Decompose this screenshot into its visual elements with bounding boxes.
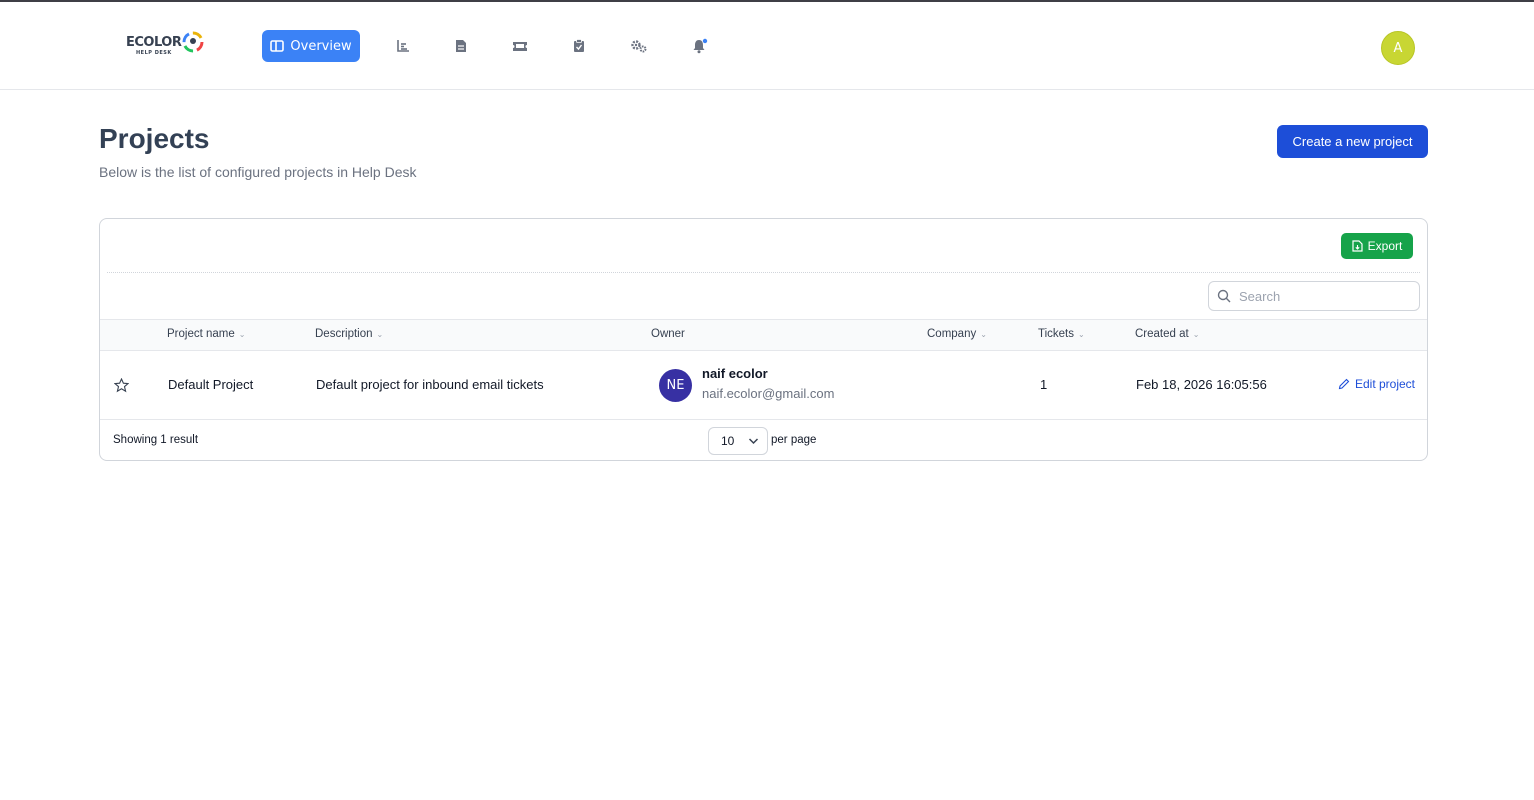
- column-header-created-at[interactable]: Created at ⌄: [1135, 328, 1199, 340]
- column-header-project-name[interactable]: Project name ⌄: [167, 328, 245, 340]
- logo-ring-icon: [182, 31, 204, 53]
- edit-project-link[interactable]: Edit project: [1338, 377, 1415, 391]
- file-export-icon: [1352, 240, 1363, 252]
- column-label: Project name: [167, 328, 235, 340]
- logo-sub-text: HELP DESK: [136, 50, 172, 56]
- projects-table-card: Export Project name⌄ Description⌄ Owner …: [99, 218, 1428, 461]
- page-title: Projects: [99, 123, 210, 154]
- user-avatar[interactable]: A: [1381, 31, 1415, 65]
- toolbar-divider: [107, 272, 1420, 273]
- pencil-icon: [1338, 378, 1350, 390]
- tickets-cell: 1: [1040, 377, 1048, 392]
- column-header-company[interactable]: Company ⌄: [927, 328, 987, 340]
- create-project-button[interactable]: Create a new project: [1277, 125, 1428, 158]
- nav-tasks-tab[interactable]: [567, 30, 591, 62]
- sort-caret-icon: ⌄: [376, 329, 384, 339]
- star-favorite-icon[interactable]: [114, 378, 129, 393]
- nav-documents-tab[interactable]: [449, 30, 473, 62]
- per-page-value: 10: [721, 434, 735, 448]
- description-cell: Default project for inbound email ticket…: [316, 377, 544, 392]
- export-label: Export: [1367, 239, 1403, 253]
- column-label: Company: [927, 328, 977, 340]
- document-icon: [456, 40, 466, 52]
- owner-name: naif ecolor: [702, 366, 768, 381]
- table-header: Project name ⌄ Description ⌄ Owner Company…: [100, 319, 1427, 351]
- sort-caret-icon: ⌄: [1078, 329, 1085, 339]
- cogs-icon: [631, 40, 647, 53]
- page-subtitle: Below is the list of configured projects…: [99, 164, 417, 180]
- layout-icon: [270, 40, 285, 52]
- chart-bar-icon: [397, 40, 409, 52]
- search-box[interactable]: [1208, 281, 1420, 311]
- ecolor-logo[interactable]: ECOLOR HELP DESK: [126, 30, 208, 60]
- nav-tickets-tab[interactable]: [508, 30, 532, 62]
- nav-overview-tab[interactable]: Overview: [262, 30, 360, 62]
- column-label: Tickets: [1038, 328, 1074, 340]
- column-header-tickets[interactable]: Tickets ⌄: [1038, 328, 1085, 340]
- logo-brand-text: ECOLOR: [126, 35, 182, 50]
- column-label: Owner: [651, 328, 685, 340]
- column-label: Description: [315, 328, 373, 340]
- nav-notifications-tab[interactable]: [688, 30, 712, 62]
- clipboard-check-icon: [574, 39, 584, 52]
- ticket-icon: [513, 42, 527, 51]
- nav-settings-tab[interactable]: [627, 30, 651, 62]
- per-page-select[interactable]: 10: [708, 427, 768, 455]
- column-header-owner: Owner: [651, 328, 685, 340]
- sort-caret-icon: ⌄: [238, 329, 246, 339]
- sort-caret-icon: ⌄: [980, 329, 987, 339]
- nav-reports-tab[interactable]: [391, 30, 415, 62]
- bell-icon: [693, 38, 708, 54]
- column-label: Created at: [1135, 328, 1189, 340]
- nav-overview-label: Overview: [290, 38, 352, 54]
- owner-email: naif.ecolor@gmail.com: [702, 386, 835, 401]
- table-row: Default Project Default project for inbo…: [100, 351, 1427, 420]
- owner-avatar: NE: [659, 369, 692, 402]
- result-count: Showing 1 result: [113, 434, 199, 446]
- created-at-cell: Feb 18, 2026 16:05:56: [1136, 377, 1267, 392]
- column-header-description[interactable]: Description ⌄: [315, 328, 383, 340]
- export-button[interactable]: Export: [1341, 233, 1413, 259]
- sort-caret-icon: ⌄: [1192, 329, 1200, 339]
- top-navbar: ECOLOR HELP DESK Overview A: [0, 2, 1534, 90]
- edit-project-label: Edit project: [1354, 377, 1415, 391]
- chevron-down-icon: [748, 438, 759, 445]
- project-name-cell: Default Project: [168, 377, 254, 392]
- search-icon: [1217, 289, 1231, 303]
- table-footer: Showing 1 result 10 per page: [100, 421, 1427, 460]
- search-input[interactable]: [1239, 288, 1409, 304]
- per-page-label: per page: [771, 434, 817, 446]
